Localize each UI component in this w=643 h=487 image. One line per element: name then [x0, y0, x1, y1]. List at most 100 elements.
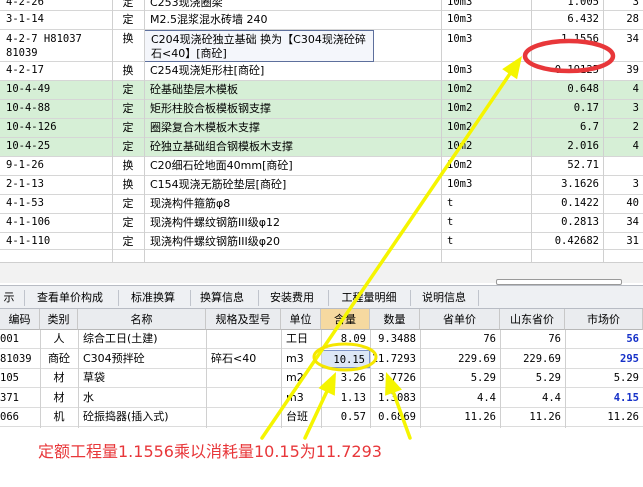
quota-cell-qty: 0.17 [573, 102, 599, 114]
quota-cell-name: 圈梁复合木模板木支撑 [150, 121, 260, 134]
resource-cell-amount: 11.7293 [371, 352, 416, 365]
resource-cell-code: 066 [0, 411, 19, 424]
quota-cell-type: 定 [122, 0, 134, 9]
quota-cell-name: 砼独立基础组合钢模板木支撑 [150, 140, 293, 153]
resource-cell-sd_price: 76 [548, 333, 561, 345]
resource-cell-sd_price: 5.29 [535, 372, 561, 385]
quota-row[interactable]: 10-4-126 定 圈梁复合木模板木支撑 10m2 6.7 2 [0, 119, 643, 138]
quota-cell-unit: 10m2 [447, 121, 473, 133]
quota-cell-extra: 40 [626, 197, 639, 209]
quota-cell-code: 3-1-14 [6, 13, 44, 25]
quota-cell-unit: 10m3 [447, 178, 473, 190]
quota-row[interactable]: 10-4-25 定 砼独立基础组合钢模板木支撑 10m2 2.016 4 [0, 138, 643, 157]
header-amount: 数量 [370, 309, 420, 330]
header-content[interactable]: 含量 [321, 309, 370, 330]
resource-cell-name: 水 [83, 390, 94, 404]
quota-cell-extra: 3 [632, 178, 639, 190]
quota-row[interactable]: 4-1-110 定 现浇构件螺纹钢筋III级φ20 t 0.42682 31 [0, 233, 643, 250]
quota-row[interactable]: 2-1-13 换 C154现浇无筋砼垫层[商砼] 10m3 3.1626 3 [0, 176, 643, 195]
quota-cell-code: 10-4-25 [6, 140, 51, 152]
horizontal-scrollbar[interactable] [0, 262, 643, 285]
header-type: 类别 [40, 309, 78, 330]
quota-cell-extra: 3 [632, 102, 639, 114]
resource-cell-sd_price: 229.69 [523, 352, 561, 365]
quota-cell-qty: 0.2813 [561, 216, 599, 228]
quota-cell-unit: t [447, 197, 454, 209]
tab-conversion-info[interactable]: 换算信息 [196, 289, 248, 307]
tab-partial[interactable]: 示 [0, 289, 18, 307]
resource-rows: 001 人 综合工日(土建) 工日 8.09 9.3488 76 76 56 81039 商砼 C30… [0, 330, 643, 428]
resource-cell-type: 材 [53, 390, 65, 404]
resource-cell-amount: 1.3083 [378, 391, 416, 404]
quota-cell-extra: 4 [632, 83, 639, 95]
quota-cell-code: 2-1-13 [6, 178, 44, 190]
quota-row[interactable]: 4-2-7 H81037 81039 换 C204现浇砼独立基础 换为【C304现浇… [0, 30, 643, 62]
resource-cell-content[interactable]: 0.57 [321, 408, 370, 426]
resource-cell-content[interactable]: 3.26 [321, 369, 370, 387]
quota-cell-unit: 10m3 [447, 13, 473, 25]
quota-cell-code: 4-1-53 [6, 197, 44, 209]
detail-tab-bar: 示 查看单价构成 标准换算 换算信息 安装费用 工程量明细 说明信息 [0, 285, 643, 309]
header-prov-price: 省单价 [420, 309, 500, 330]
quota-cell-code: 4-2-17 [6, 64, 44, 76]
resource-cell-unit: m3 [286, 390, 304, 404]
quota-cell-extra: 28 [626, 13, 639, 25]
quota-cell-code: 9-1-26 [6, 159, 44, 171]
quota-cell-name: 砼基础垫层木模板 [150, 83, 238, 96]
quota-cell-name: 现浇构件螺纹钢筋III级φ12 [150, 216, 280, 229]
quota-cell-qty: 52.71 [567, 159, 599, 171]
quota-row[interactable]: 10-4-49 定 砼基础垫层木模板 10m2 0.648 4 [0, 81, 643, 100]
resource-cell-type: 材 [53, 371, 65, 385]
quota-row[interactable]: 10-4-88 定 矩形柱胶合板模板钢支撑 10m2 0.17 3 [0, 100, 643, 119]
quota-cell-qty: 0.648 [567, 83, 599, 95]
quota-row[interactable]: 4-2-17 换 C254现浇矩形柱[商砼] 10m3 0.19125 39 [0, 62, 643, 81]
quota-cell-name: M2.5混浆混水砖墙 240 [150, 13, 268, 26]
quota-cell-type: 换 [122, 32, 134, 45]
resource-cell-name: C304预拌砼 [83, 351, 145, 365]
quota-cell-extra: 2 [632, 121, 639, 133]
resource-cell-market: 11.26 [607, 411, 639, 424]
header-market-price: 市场价 [565, 309, 643, 330]
tab-install-cost[interactable]: 安装费用 [266, 289, 318, 307]
quota-cell-qty: 0.42682 [554, 235, 599, 247]
quota-cell-unit: 10m2 [447, 83, 473, 95]
quota-cell-unit: 10m2 [447, 102, 473, 114]
quota-row[interactable]: 4-2-26 定 C253现浇圈梁 10m3 1.005 3 [0, 0, 643, 11]
tab-description[interactable]: 说明信息 [418, 289, 470, 307]
quota-cell-type: 定 [122, 235, 134, 248]
quota-cell-qty: 0.19125 [554, 64, 599, 76]
quota-cell-qty: 1.1556 [561, 33, 599, 45]
quota-cell-type: 换 [122, 178, 134, 191]
resource-cell-content[interactable]: 1.13 [321, 389, 370, 407]
quota-cell-extra [603, 157, 643, 176]
resource-cell-unit: 台班 [286, 410, 308, 424]
resource-cell-spec: 碎石<40 [211, 351, 257, 365]
quota-cell-name: C253现浇圈梁 [150, 0, 223, 9]
resource-cell-spec [206, 389, 281, 407]
quota-cell-name: C154现浇无筋砼垫层[商砼] [150, 178, 287, 191]
quota-cell-type: 换 [122, 64, 134, 77]
tab-quantity-detail[interactable]: 工程量明细 [336, 289, 402, 307]
quota-cell-qty: 6.432 [567, 13, 599, 25]
quota-row[interactable]: 9-1-26 换 C20细石砼地面40mm[商砼] 10m2 52.71 [0, 157, 643, 176]
resource-cell-content[interactable]: 10.15 [321, 349, 370, 368]
quota-row[interactable]: 4-1-53 定 现浇构件箍筋φ8 t 0.1422 40 [0, 195, 643, 214]
tab-unit-price-breakdown[interactable]: 查看单价构成 [30, 289, 110, 307]
quota-row[interactable]: 4-1-106 定 现浇构件螺纹钢筋III级φ12 t 0.2813 34 [0, 214, 643, 233]
header-name: 名称 [78, 309, 206, 330]
quota-cell-extra: 4 [632, 140, 639, 152]
resource-cell-code: 105 [0, 372, 19, 385]
quota-cell-qty: 3.1626 [561, 178, 599, 190]
quota-cell-code: 4-2-26 [6, 0, 44, 8]
tab-standard-conversion[interactable]: 标准换算 [124, 289, 182, 307]
quota-row[interactable]: 3-1-14 定 M2.5混浆混水砖墙 240 10m3 6.432 28 [0, 11, 643, 30]
annotation-caption: 定额工程量1.1556乘以消耗量10.15为11.7293 [38, 442, 382, 461]
quota-cell-type: 定 [122, 140, 134, 153]
resource-cell-prov_price: 5.29 [470, 372, 496, 385]
resource-cell-unit: m3 [286, 351, 304, 365]
header-sd-price: 山东省价 [500, 309, 565, 330]
resource-cell-unit: 工日 [286, 332, 308, 345]
resource-cell-content[interactable]: 8.09 [321, 330, 370, 348]
quota-cell-extra: 39 [626, 64, 639, 76]
quota-cell-type: 定 [122, 216, 134, 229]
